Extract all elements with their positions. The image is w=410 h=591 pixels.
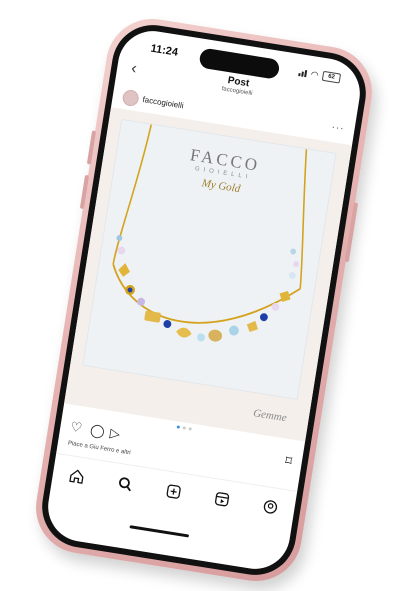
account-name[interactable]: faccogioielli bbox=[142, 95, 184, 110]
reels-icon[interactable] bbox=[210, 489, 233, 511]
phone-screen: 11:24 ◠ 62 ‹ Post faccogioielli faccogio… bbox=[43, 26, 365, 574]
signal-icon bbox=[298, 69, 308, 77]
ellipsis-icon[interactable]: ··· bbox=[331, 122, 346, 135]
necklace-chain-bottom bbox=[112, 263, 301, 324]
necklace-chain-right bbox=[299, 149, 308, 289]
home-indicator[interactable] bbox=[129, 525, 190, 538]
status-time: 11:24 bbox=[149, 42, 179, 59]
avatar[interactable] bbox=[121, 88, 140, 108]
charm-row bbox=[116, 235, 300, 342]
wifi-icon: ◠ bbox=[310, 68, 320, 80]
necklace-illustration bbox=[112, 124, 308, 342]
plus-square-icon[interactable] bbox=[162, 482, 185, 504]
status-icons: ◠ 62 bbox=[298, 67, 342, 84]
comment-icon[interactable]: ◯ bbox=[89, 422, 106, 440]
bookmark-icon[interactable]: ⌑ bbox=[284, 453, 293, 470]
profile-icon[interactable] bbox=[259, 497, 282, 519]
phone: 11:24 ◠ 62 ‹ Post faccogioielli faccogio… bbox=[29, 12, 379, 588]
carousel-dot bbox=[187, 427, 192, 431]
send-icon[interactable]: ▷ bbox=[109, 425, 121, 442]
carousel-dot-active bbox=[176, 425, 180, 429]
carousel-dot bbox=[182, 426, 186, 430]
post-image[interactable]: FACCO GIOIELLI My Gold Gemme bbox=[64, 107, 353, 442]
necklace-chain-left bbox=[112, 124, 153, 265]
signature: Gemme bbox=[252, 407, 288, 425]
heart-icon[interactable]: ♡ bbox=[69, 419, 83, 437]
search-icon[interactable] bbox=[114, 474, 137, 496]
scene: 11:24 ◠ 62 ‹ Post faccogioielli faccogio… bbox=[0, 0, 410, 591]
home-icon[interactable] bbox=[66, 466, 89, 488]
battery-icon: 62 bbox=[321, 70, 342, 84]
product-card: FACCO GIOIELLI My Gold bbox=[82, 118, 337, 400]
